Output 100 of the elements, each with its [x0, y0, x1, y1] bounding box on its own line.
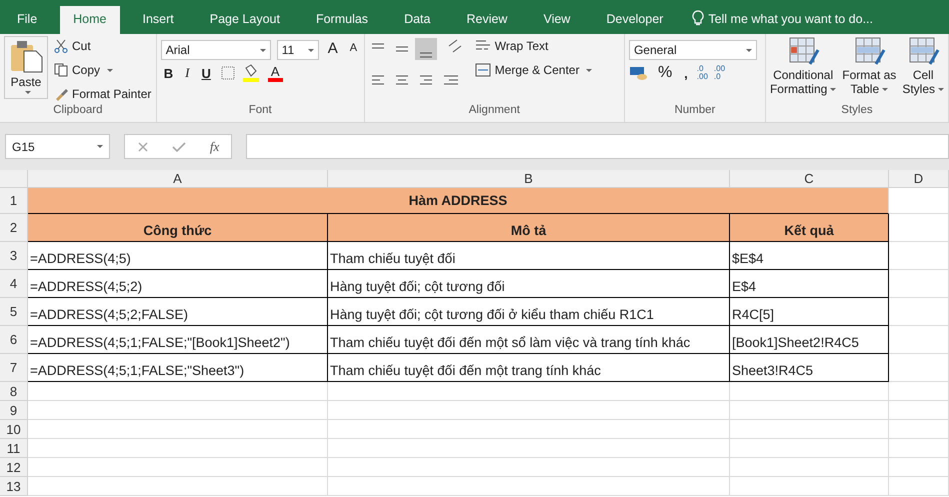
empty-cell[interactable]: [730, 382, 889, 401]
empty-cell[interactable]: [730, 477, 889, 496]
merge-center-button[interactable]: Merge & Center: [474, 60, 592, 80]
name-box[interactable]: G15: [5, 134, 110, 159]
empty-cell[interactable]: [730, 439, 889, 458]
empty-cell[interactable]: [889, 382, 949, 401]
empty-cell[interactable]: [889, 420, 949, 439]
row-header[interactable]: 8: [0, 382, 28, 401]
comma-button[interactable]: ,: [681, 66, 691, 80]
group-label: Font: [248, 104, 273, 118]
row-header[interactable]: 5: [0, 298, 28, 326]
empty-cell[interactable]: [328, 420, 730, 439]
row-header[interactable]: 7: [0, 354, 28, 382]
ribbon-tab[interactable]: View: [530, 6, 584, 34]
ribbon-tab[interactable]: File: [4, 6, 50, 34]
column-header[interactable]: B: [328, 170, 730, 188]
row-header[interactable]: 1: [0, 188, 28, 214]
tell-me-field[interactable]: Tell me what you want to do...: [708, 6, 873, 34]
font-color-button[interactable]: A: [268, 64, 283, 82]
row-header[interactable]: 11: [0, 439, 28, 458]
row-header[interactable]: 9: [0, 401, 28, 420]
ribbon-tab[interactable]: Review: [453, 6, 520, 34]
decrease-decimal-button[interactable]: .00 .0: [714, 65, 726, 81]
borders-icon[interactable]: [220, 65, 236, 81]
shrink-font-button[interactable]: A: [346, 42, 360, 54]
column-heading: Công thức: [28, 214, 328, 242]
table-cell: [Book1]Sheet2!R4C5: [730, 326, 889, 354]
row-header[interactable]: 6: [0, 326, 28, 354]
column-header[interactable]: C: [730, 170, 889, 188]
empty-cell[interactable]: [889, 270, 949, 298]
caret-icon: [107, 68, 114, 72]
copy-icon: [54, 63, 68, 77]
empty-cell[interactable]: [328, 477, 730, 496]
font-name-dropdown[interactable]: Arial: [160, 40, 271, 60]
ribbon-tab[interactable]: Home: [60, 6, 120, 34]
empty-cell[interactable]: [889, 401, 949, 420]
merge-icon: [474, 63, 491, 77]
insert-function-button[interactable]: fx: [210, 138, 220, 154]
percent-button[interactable]: %: [654, 64, 676, 82]
caret-icon: [24, 91, 30, 94]
empty-cell[interactable]: [328, 458, 730, 477]
group-label: Number: [673, 104, 716, 118]
style-button[interactable]: Format as Table: [842, 36, 896, 96]
empty-cell[interactable]: [328, 382, 730, 401]
caret-icon: [830, 88, 836, 90]
italic-button[interactable]: I: [182, 65, 192, 81]
empty-cell[interactable]: [328, 401, 730, 420]
row-header[interactable]: 12: [0, 458, 28, 477]
increase-decimal-button[interactable]: .0 .00: [696, 65, 708, 81]
table-cell: E$4: [730, 270, 889, 298]
column-header[interactable]: A: [28, 170, 328, 188]
bold-button[interactable]: B: [160, 66, 176, 80]
empty-cell[interactable]: [889, 326, 949, 354]
row-header[interactable]: 2: [0, 214, 28, 242]
select-all-corner[interactable]: [0, 170, 28, 188]
ribbon-tab[interactable]: Developer: [593, 6, 676, 34]
number-format-dropdown[interactable]: General: [628, 40, 757, 60]
formula-input[interactable]: [246, 134, 949, 159]
table-cell: =ADDRESS(4;5): [28, 242, 328, 270]
format-painter-button[interactable]: Format Painter: [54, 84, 152, 104]
enter-icon[interactable]: [172, 140, 186, 152]
empty-cell[interactable]: [730, 458, 889, 477]
table-cell: Tham chiếu tuyệt đối: [328, 242, 730, 270]
empty-cell[interactable]: [730, 420, 889, 439]
empty-cell[interactable]: [889, 298, 949, 326]
ribbon-tab[interactable]: Data: [391, 6, 444, 34]
style-button[interactable]: Conditional Formatting: [770, 36, 836, 96]
font-size-dropdown[interactable]: 11: [276, 40, 319, 60]
ribbon-tab[interactable]: Insert: [130, 6, 187, 34]
caret-icon: [260, 48, 266, 52]
paste-button[interactable]: Paste: [4, 36, 48, 99]
empty-cell[interactable]: [328, 439, 730, 458]
cancel-icon[interactable]: [136, 140, 149, 152]
empty-cell[interactable]: [889, 439, 949, 458]
cut-button[interactable]: Cut: [54, 36, 152, 56]
fill-color-icon[interactable]: [242, 64, 262, 82]
column-heading: Kết quả: [730, 214, 889, 242]
row-header[interactable]: 4: [0, 270, 28, 298]
copy-button[interactable]: Copy: [54, 60, 152, 80]
empty-cell[interactable]: [889, 458, 949, 477]
ribbon-tab[interactable]: Page Layout: [196, 6, 293, 34]
grow-font-button[interactable]: A: [324, 40, 341, 56]
table-cell: Hàng tuyệt đối; cột tương đối: [328, 270, 730, 298]
table-cell: =ADDRESS(4;5;1;FALSE;"[Book1]Sheet2"): [28, 326, 328, 354]
underline-button[interactable]: U: [198, 66, 214, 80]
wrap-text-button[interactable]: Wrap Text: [474, 36, 592, 56]
style-button[interactable]: Cell Styles: [902, 36, 944, 96]
ribbon-tab[interactable]: Formulas: [302, 6, 382, 34]
empty-cell[interactable]: [730, 401, 889, 420]
row-header[interactable]: 3: [0, 242, 28, 270]
table-cell: Tham chiếu tuyệt đối đến một trang tính khác: [328, 354, 730, 382]
column-header[interactable]: D: [889, 170, 949, 188]
empty-cell[interactable]: [889, 354, 949, 382]
empty-cell[interactable]: [889, 242, 949, 270]
row-header[interactable]: 13: [0, 477, 28, 496]
row-header[interactable]: 10: [0, 420, 28, 439]
caret-icon: [938, 88, 944, 90]
currency-icon[interactable]: [628, 65, 649, 81]
empty-cell[interactable]: [889, 477, 949, 496]
caret-icon: [308, 48, 314, 52]
